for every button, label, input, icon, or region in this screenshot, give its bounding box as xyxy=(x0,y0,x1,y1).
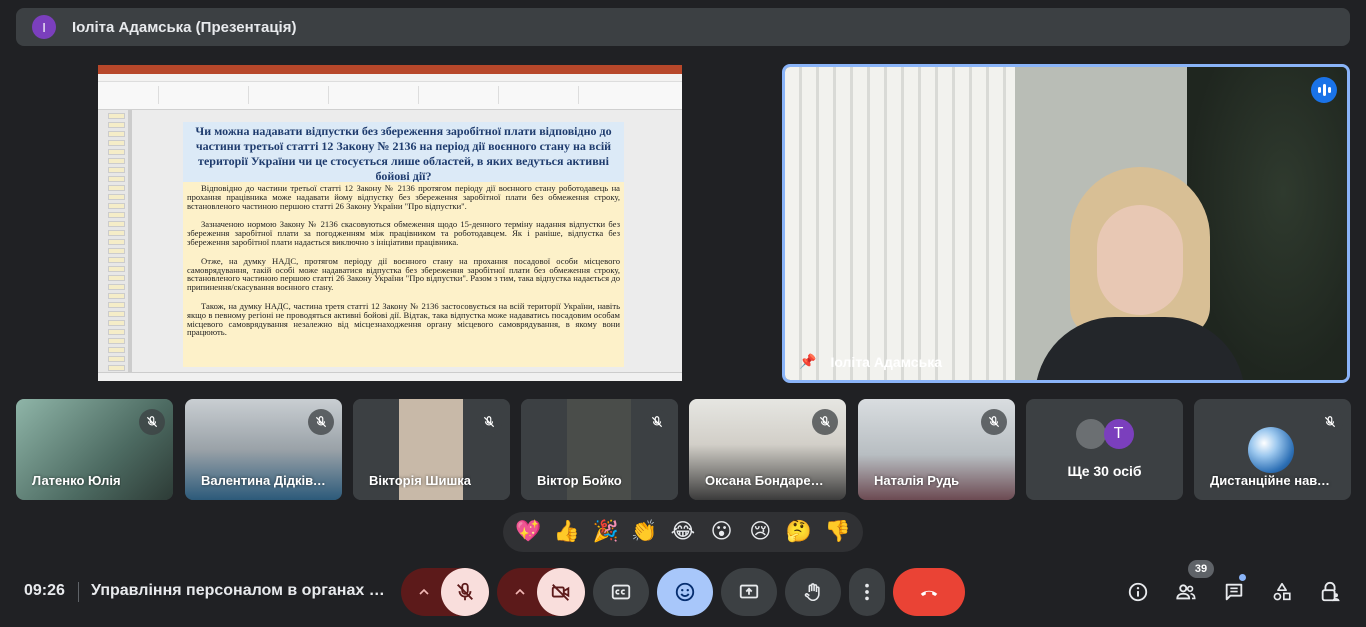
closed-captions-icon xyxy=(611,584,631,600)
meeting-title: Управління персоналом в органах місцевог… xyxy=(91,582,391,599)
participant-name: Вікторія Шишка xyxy=(369,473,472,488)
avatar: T xyxy=(1103,419,1134,449)
reaction-thumbs-down[interactable]: 👎 xyxy=(822,516,854,548)
leave-call-button[interactable] xyxy=(893,568,965,616)
slide-title: Чи можна надавати відпустки без збережен… xyxy=(183,122,624,183)
reaction-party[interactable]: 🎉 xyxy=(590,516,622,548)
participant-tile[interactable]: Оксана Бондаренко xyxy=(689,399,846,500)
participant-tile[interactable]: Вікторія Шишка xyxy=(353,399,510,500)
participant-tile[interactable]: Валентина Дідківська xyxy=(185,399,342,500)
raise-hand-button[interactable] xyxy=(785,568,841,616)
info-icon xyxy=(1128,582,1148,602)
participant-name: Дистанційне навчання xyxy=(1210,473,1335,488)
presentation-tile[interactable]: Чи можна надавати відпустки без збережен… xyxy=(98,65,682,381)
speaker-name-label: 📌 Іоліта Адамська xyxy=(799,353,942,370)
slide-body: Відповідно до частини третьої статті 12 … xyxy=(183,182,624,337)
participant-name: Валентина Дідківська xyxy=(201,473,326,488)
host-controls-button[interactable] xyxy=(1313,575,1347,609)
reactions-button[interactable] xyxy=(657,568,713,616)
divider xyxy=(78,582,79,602)
emoji-icon xyxy=(675,582,695,602)
mic-off-icon xyxy=(812,409,838,435)
chat-notification-dot xyxy=(1239,574,1246,581)
people-button[interactable] xyxy=(1169,575,1203,609)
reaction-laugh[interactable]: 😂 xyxy=(667,516,699,548)
present-screen-icon xyxy=(739,584,759,599)
current-slide: Чи можна надавати відпустки без збережен… xyxy=(183,122,624,367)
captions-button[interactable] xyxy=(593,568,649,616)
powerpoint-titlebar xyxy=(98,65,682,74)
avatar xyxy=(1075,419,1106,449)
speaker-tile[interactable]: 📌 Іоліта Адамська xyxy=(782,64,1350,383)
powerpoint-statusbar xyxy=(98,372,682,381)
reaction-thinking[interactable]: 🤔 xyxy=(783,516,815,548)
activities-button[interactable] xyxy=(1265,575,1299,609)
speaker-video xyxy=(1035,167,1245,380)
participant-name: Віктор Бойко xyxy=(537,473,622,488)
mic-off-icon xyxy=(981,409,1007,435)
slide-thumbnails xyxy=(98,110,128,372)
meeting-clock: 09:26 xyxy=(24,582,65,599)
hand-icon xyxy=(804,583,820,602)
speaking-indicator-icon xyxy=(1311,77,1337,103)
participant-tile[interactable]: Дистанційне навчання xyxy=(1194,399,1351,500)
present-button[interactable] xyxy=(721,568,777,616)
speaker-name: Іоліта Адамська xyxy=(830,353,942,370)
mic-off-icon xyxy=(644,409,670,435)
lock-person-icon xyxy=(1321,581,1340,602)
participant-tile[interactable]: Наталія Рудь xyxy=(858,399,1015,500)
chat-icon xyxy=(1225,583,1243,601)
reaction-sad[interactable]: 😢 xyxy=(744,516,776,548)
banner-title: Іоліта Адамська (Презентація) xyxy=(72,18,297,36)
participants-count-badge: 39 xyxy=(1188,560,1214,578)
participant-avatars: T xyxy=(1075,419,1134,449)
reaction-clap[interactable]: 👏 xyxy=(628,516,660,548)
participant-name: Латенко Юлія xyxy=(32,473,121,488)
reaction-heart[interactable]: 💖 xyxy=(512,516,544,548)
participant-name: Наталія Рудь xyxy=(874,473,960,488)
slide-paragraph: Також, на думку НАДС, частина третя стат… xyxy=(187,300,620,338)
slide-paragraph: Зазначеною нормою Закону № 2136 скасовую… xyxy=(187,219,620,247)
globe-avatar xyxy=(1248,427,1294,473)
participant-tile[interactable]: Латенко Юлія xyxy=(16,399,173,500)
more-vert-icon xyxy=(865,583,869,601)
more-participants-tile[interactable]: T Ще 30 осіб xyxy=(1026,399,1183,500)
reaction-surprised[interactable]: 😮 xyxy=(706,516,738,548)
camera-options-chevron-icon[interactable] xyxy=(500,568,540,616)
powerpoint-ribbon xyxy=(98,82,682,110)
end-call-icon xyxy=(920,590,938,596)
slide-canvas: Чи можна надавати відпустки без збережен… xyxy=(132,110,682,372)
mic-off-icon xyxy=(139,409,165,435)
presenter-avatar: I xyxy=(32,15,56,39)
slide-paragraph: Отже, на думку НАДС, протягом періоду ді… xyxy=(187,255,620,293)
camera-off-icon xyxy=(551,584,570,601)
slide-paragraph: Відповідно до частини третьої статті 12 … xyxy=(187,183,620,211)
chat-button[interactable] xyxy=(1217,575,1251,609)
mic-off-icon xyxy=(476,409,502,435)
camera-toggle-button[interactable] xyxy=(537,568,585,616)
mic-options-chevron-icon[interactable] xyxy=(404,568,444,616)
reaction-thumbs-up[interactable]: 👍 xyxy=(551,516,583,548)
powerpoint-tabs xyxy=(98,74,682,82)
pin-icon[interactable]: 📌 xyxy=(799,353,816,370)
activities-shapes-icon xyxy=(1273,582,1291,601)
mic-toggle-button[interactable] xyxy=(441,568,489,616)
mic-off-icon xyxy=(308,409,334,435)
participant-name: Оксана Бондаренко xyxy=(705,473,830,488)
window-blinds xyxy=(785,67,1015,380)
reactions-bar: 💖 👍 🎉 👏 😂 😮 😢 🤔 👎 xyxy=(503,512,863,552)
presentation-banner: I Іоліта Адамська (Презентація) xyxy=(16,8,1350,46)
mic-off-icon xyxy=(1317,409,1343,435)
participant-tile[interactable]: Віктор Бойко xyxy=(521,399,678,500)
people-icon xyxy=(1176,584,1196,600)
mic-off-icon xyxy=(457,582,473,601)
more-participants-label: Ще 30 осіб xyxy=(1067,463,1142,479)
more-options-button[interactable] xyxy=(849,568,885,616)
meeting-details-button[interactable] xyxy=(1121,575,1155,609)
